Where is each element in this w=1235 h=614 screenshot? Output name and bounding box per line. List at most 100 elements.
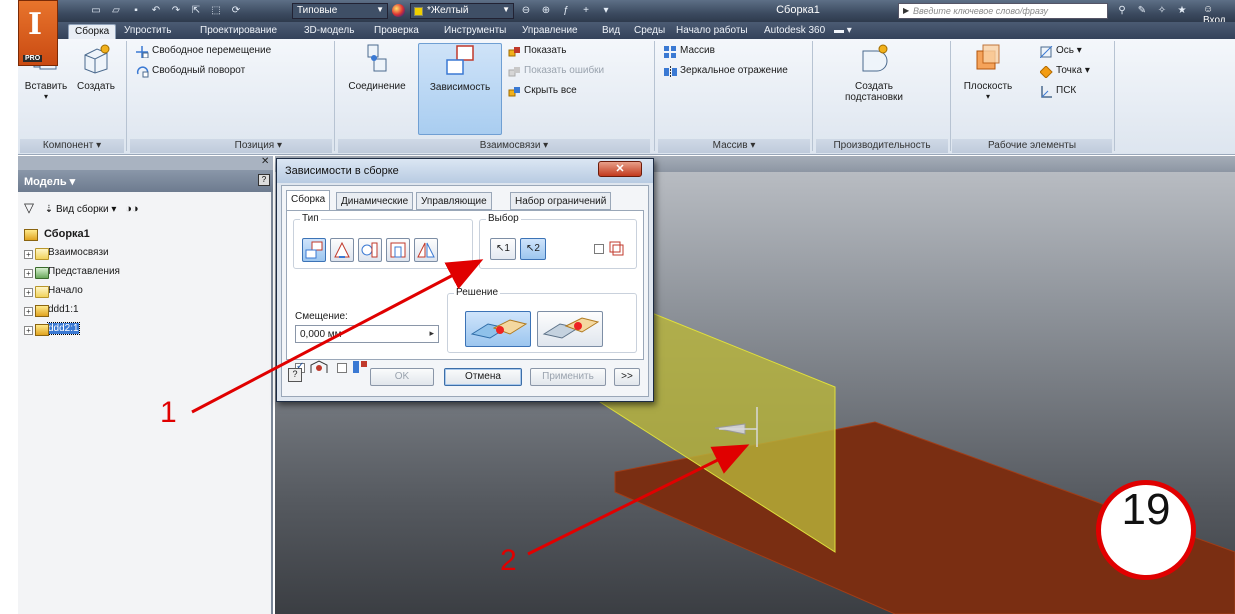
model-browser-title[interactable]: Модель ▾ [18, 170, 273, 192]
show-constraints-button[interactable]: Показать [508, 45, 567, 61]
pick-part-first-checkbox[interactable] [594, 244, 604, 254]
tab-autodesk-360[interactable]: Autodesk 360 [758, 24, 831, 39]
new-icon[interactable]: ▭ [88, 5, 104, 19]
subscription-icon[interactable]: ✎ [1134, 5, 1150, 19]
close-button[interactable]: ✕ [598, 161, 642, 177]
part-icon [35, 324, 49, 336]
point-icon [1039, 65, 1053, 79]
appearance-preset-combo[interactable]: Типовые ▼ [292, 3, 388, 19]
color-wheel-icon[interactable] [392, 4, 405, 17]
return-icon[interactable]: ⇱ [188, 5, 204, 19]
expand-icon[interactable]: + [24, 288, 33, 297]
tab-assembly[interactable]: Сборка [68, 24, 117, 39]
cancel-button[interactable]: Отмена [444, 368, 522, 386]
offset-input[interactable]: 0,000 мм ▸ [295, 325, 439, 343]
more-button[interactable]: >> [614, 368, 640, 386]
filter-icon[interactable]: ▽ [24, 200, 34, 216]
predict-offset-checkbox[interactable] [337, 363, 347, 373]
flush-solution-button[interactable] [537, 311, 603, 347]
free-rotate-button[interactable]: Свободный поворот [136, 65, 245, 81]
browser-toolbar: ▽ ⇣ Вид сборки ▾ ◑◑ [18, 192, 273, 220]
pattern-button[interactable]: Массив [664, 45, 715, 61]
angle-type-button[interactable] [330, 238, 354, 262]
tab-environments[interactable]: Среды [628, 24, 671, 39]
tab-view[interactable]: Вид [596, 24, 626, 39]
open-icon[interactable]: ▱ [108, 5, 124, 19]
apply-button[interactable]: Применить [530, 368, 606, 386]
mate-solution-button[interactable] [465, 311, 531, 347]
assembly-view-combo[interactable]: ⇣ Вид сборки ▾ [45, 204, 117, 215]
axis-button[interactable]: Ось ▾ [1039, 45, 1082, 61]
measure-icon[interactable]: ⊖ [518, 5, 534, 19]
tree-node-representations[interactable]: + Представления [22, 266, 267, 285]
expand-icon[interactable]: + [24, 307, 33, 316]
expand-icon[interactable]: + [24, 250, 33, 259]
save-icon[interactable]: ▪ [128, 5, 144, 19]
plane-button[interactable]: Плоскость ▾ [958, 43, 1018, 101]
selection-1-label: 1 [504, 243, 510, 254]
undo-icon[interactable]: ↶ [148, 5, 164, 19]
search-input[interactable]: ▶ Введите ключевое слово/фразу [898, 3, 1108, 19]
section-icon[interactable]: ⊕ [538, 5, 554, 19]
ucs-button[interactable]: ПСК [1040, 85, 1076, 101]
tab-design[interactable]: Проектирование [194, 24, 283, 39]
relationships-panel-title[interactable]: Взаимосвязи ▾ [338, 139, 650, 153]
pattern-panel-title[interactable]: Массив ▾ [658, 139, 810, 153]
color-style-combo[interactable]: *Желтый ▼ [410, 3, 514, 19]
dialog-title[interactable]: Зависимости в сборке [277, 159, 653, 183]
tree-node-ddd2[interactable]: + ddd2:1 [22, 322, 267, 342]
expand-search-icon[interactable]: ▶ [903, 6, 909, 15]
function-icon[interactable]: ƒ [558, 5, 574, 19]
ribbon-options-icon[interactable]: ▬ ▾ [828, 24, 858, 39]
binoculars-icon[interactable]: ◑◑ [125, 203, 138, 215]
tab-get-started[interactable]: Начало работы [670, 24, 754, 39]
binoculars-icon[interactable]: ⚲ [1114, 5, 1130, 19]
select-icon[interactable]: ⬚ [208, 5, 224, 19]
free-move-button[interactable]: Свободное перемещение [136, 45, 271, 61]
create-button[interactable]: Создать [74, 43, 118, 92]
tangent-type-button[interactable] [358, 238, 382, 262]
tab-motion[interactable]: Динамические [336, 192, 414, 210]
joint-button[interactable]: Соединение [338, 43, 416, 92]
communication-icon[interactable]: ✧ [1154, 5, 1170, 19]
position-panel-title[interactable]: Позиция ▾ [130, 139, 332, 153]
application-menu-button[interactable]: I PRO [18, 0, 58, 66]
redo-icon[interactable]: ↷ [168, 5, 184, 19]
tree-node-assembly[interactable]: Сборка1 [22, 228, 267, 247]
offset-dropdown-icon[interactable]: ▸ [429, 328, 434, 339]
hide-all-button[interactable]: Скрыть все [508, 85, 577, 101]
tab-constraint-set[interactable]: Набор ограничений [510, 192, 612, 210]
selection-2-button[interactable]: ↖2 [520, 238, 546, 260]
tree-node-relationships[interactable]: + Взаимосвязи [22, 247, 267, 266]
tree-node-origin[interactable]: + Начало [22, 285, 267, 304]
ok-button[interactable]: OK [370, 368, 434, 386]
tab-inspect[interactable]: Проверка [368, 24, 425, 39]
expand-icon[interactable]: + [24, 269, 33, 278]
symmetry-type-button[interactable] [414, 238, 438, 262]
update-icon[interactable]: ⟳ [228, 5, 244, 19]
point-button[interactable]: Точка ▾ [1039, 65, 1090, 81]
help-icon[interactable]: ? [288, 368, 302, 382]
tab-assembly[interactable]: Сборка [286, 190, 331, 211]
tab-simplify[interactable]: Упростить [118, 24, 177, 39]
tab-manage[interactable]: Управление [516, 24, 584, 39]
help-icon[interactable]: ? [258, 174, 270, 186]
favorites-icon[interactable]: ★ [1174, 5, 1190, 19]
tree-node-ddd1[interactable]: + ddd1:1 [22, 304, 267, 323]
component-panel-title[interactable]: Компонент ▾ [20, 139, 124, 153]
show-errors-button[interactable]: Показать ошибки [508, 65, 604, 81]
dropdown-icon[interactable]: ▾ [598, 5, 614, 19]
tab-3d-model[interactable]: 3D-модель [298, 24, 360, 39]
constraint-button[interactable]: Зависимость [418, 43, 502, 135]
tab-tools[interactable]: Инструменты [438, 24, 512, 39]
expand-icon[interactable]: + [24, 326, 33, 335]
mate-type-button[interactable] [302, 238, 326, 262]
insert-type-button[interactable] [386, 238, 410, 262]
close-icon[interactable]: ✕ [261, 156, 269, 167]
selection-1-button[interactable]: ↖1 [490, 238, 516, 260]
joint-icon [362, 43, 392, 75]
create-substitutes-button[interactable]: Создать подстановки [826, 43, 922, 103]
add-icon[interactable]: + [578, 5, 594, 19]
mirror-button[interactable]: Зеркальное отражение [664, 65, 788, 81]
tab-transitional[interactable]: Управляющие [416, 192, 492, 210]
